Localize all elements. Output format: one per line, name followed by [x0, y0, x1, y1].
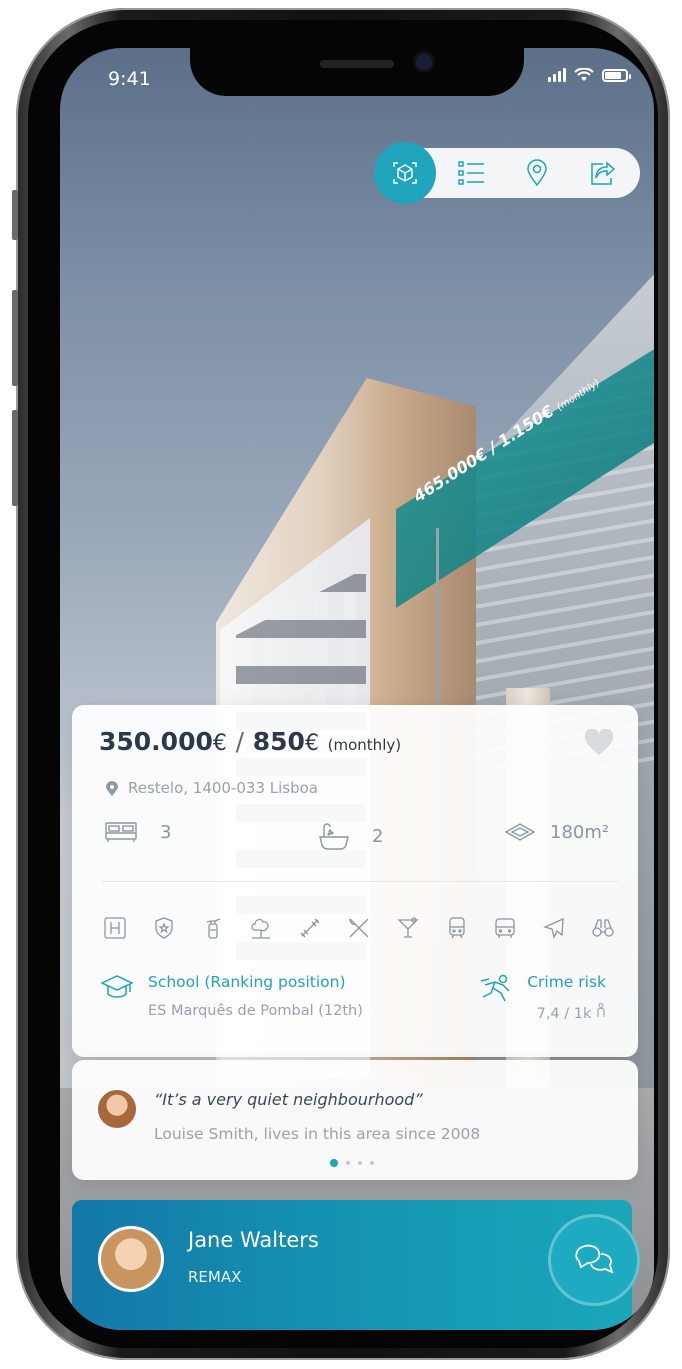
bar-icon[interactable] [395, 915, 421, 941]
graduation-cap-icon [100, 975, 134, 998]
listing-card[interactable]: 350.000€ / 850€ (monthly) Restelo, 1400-… [72, 705, 638, 1057]
bedrooms-spec: 3 [104, 821, 171, 843]
status-icons [548, 68, 631, 82]
agent-company: REMAX [188, 1268, 242, 1286]
rent-price: 850 [252, 727, 305, 756]
favorite-button[interactable] [584, 728, 614, 760]
carousel-dot-1[interactable] [330, 1159, 338, 1167]
bathtub-icon [319, 823, 349, 850]
sale-price-unit: € [212, 731, 227, 756]
cube-view-icon [393, 162, 417, 184]
testimonial-card[interactable]: “It’s a very quiet neighbourhood” Louise… [72, 1060, 638, 1180]
bedrooms-count: 3 [160, 821, 172, 843]
location-pin-icon [527, 159, 547, 187]
amenities-row [102, 915, 616, 941]
carousel-dot-4[interactable] [370, 1161, 374, 1165]
sale-price: 350.000 [99, 727, 213, 756]
view-toolbar [374, 142, 640, 204]
binoculars-icon[interactable] [590, 915, 616, 941]
chat-button[interactable] [548, 1214, 640, 1306]
cellular-signal-icon [548, 68, 566, 82]
share-icon [591, 161, 616, 185]
map-view-button[interactable] [512, 148, 562, 198]
front-camera [416, 54, 432, 70]
price-separator: / [235, 727, 245, 756]
area-spec: 180m² [504, 821, 609, 843]
notch [190, 48, 524, 96]
area-icon [504, 823, 536, 841]
address: Restelo, 1400-033 Lisboa [106, 779, 318, 797]
person-icon [597, 1002, 605, 1017]
rent-price-unit: € [304, 731, 319, 756]
school-title: School (Ranking position) [148, 973, 346, 991]
testimonial-quote: “It’s a very quiet neighbourhood” [154, 1090, 423, 1109]
agent-avatar [98, 1226, 164, 1292]
gym-icon[interactable] [297, 915, 323, 941]
screen: 465.000€ / 1.150€ (monthly) 9:41 350.000… [60, 48, 654, 1330]
chat-bubbles-icon [575, 1244, 614, 1274]
testimonial-author: Louise Smith, lives in this area since 2… [154, 1125, 481, 1143]
location-pin-icon [106, 780, 118, 796]
testimonial-avatar [96, 1088, 138, 1130]
thief-icon [481, 974, 510, 1002]
carousel-dots [330, 1159, 374, 1167]
list-view-button[interactable] [446, 148, 496, 198]
speaker [320, 60, 394, 68]
airport-icon[interactable] [541, 915, 567, 941]
card-divider [102, 881, 618, 882]
status-time: 9:41 [108, 68, 151, 90]
school-info[interactable]: School (Ranking position) ES Marquês de … [100, 973, 363, 1019]
bathrooms-spec: 2 [318, 821, 383, 851]
crime-value-row: 7,4 / 1k [527, 1002, 606, 1022]
address-text: Restelo, 1400-033 Lisboa [128, 779, 318, 797]
bathrooms-count: 2 [372, 825, 384, 847]
mute-switch [12, 190, 18, 240]
carousel-dot-3[interactable] [358, 1161, 362, 1165]
rent-period: (monthly) [327, 736, 402, 754]
heart-icon [584, 728, 614, 755]
hospital-icon[interactable] [102, 915, 128, 941]
crime-info[interactable]: Crime risk 7,4 / 1k [479, 973, 606, 1022]
area-value: 180m² [550, 821, 610, 843]
crime-value: 7,4 / 1k [536, 1006, 592, 1022]
carousel-dot-2[interactable] [346, 1161, 350, 1165]
bus-icon[interactable] [492, 915, 518, 941]
bed-icon [105, 822, 137, 842]
battery-icon [602, 68, 631, 82]
volume-up-button [12, 290, 18, 386]
fire-extinguisher-icon[interactable] [200, 915, 226, 941]
property-specs: 3 2 180m² [104, 821, 612, 851]
view-3d-button[interactable] [374, 142, 436, 204]
restaurant-icon[interactable] [346, 915, 372, 941]
wifi-icon [574, 68, 594, 81]
police-icon[interactable] [151, 915, 177, 941]
school-value: ES Marquês de Pombal (12th) [148, 1003, 363, 1019]
list-icon [458, 161, 484, 185]
share-button[interactable] [578, 148, 628, 198]
price: 350.000€ / 850€ (monthly) [99, 727, 401, 756]
train-icon[interactable] [444, 915, 470, 941]
agent-name: Jane Walters [188, 1228, 319, 1252]
volume-down-button [12, 410, 18, 506]
park-icon[interactable] [248, 915, 274, 941]
crime-title: Crime risk [527, 973, 606, 991]
